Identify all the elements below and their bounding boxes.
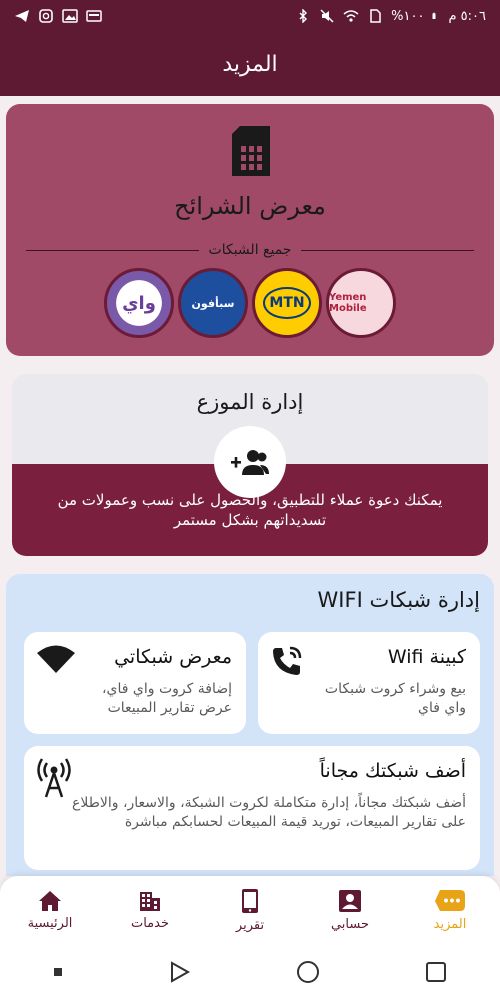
add-users-button[interactable]: [214, 426, 286, 498]
network-logo-sabafon[interactable]: سبأفون: [178, 268, 248, 338]
wifi-management-section: إدارة شبكات WIFI كبينة Wifi بيع وشراء كر…: [6, 574, 494, 876]
phone-report-icon: [242, 888, 258, 913]
nav-label: خدمات: [130, 915, 170, 931]
wifi-signal-icon: [37, 645, 75, 673]
system-navigation-bar: [0, 944, 500, 1000]
my-networks-card[interactable]: معرض شبكاتي إضافة كروت واي فاي، عرض تقار…: [24, 632, 246, 734]
home-circle-icon[interactable]: [295, 959, 321, 985]
app-bar: المزيد: [0, 32, 500, 96]
sim-icon: [370, 9, 381, 23]
phone-call-icon: [273, 646, 302, 675]
gallery-icon: [62, 9, 78, 23]
wifi-card-description: أضف شبكتك مجاناً، إدارة متكاملة لكروت ال…: [72, 795, 466, 830]
status-left-icons: [14, 9, 102, 23]
antenna-icon: [37, 758, 71, 798]
distributor-description: يمكنك دعوة عملاء للتطبيق، والحصول على نس…: [57, 491, 443, 529]
network-logo-yemen-mobile[interactable]: Yemen Mobile: [326, 268, 396, 338]
nav-label: تقرير: [235, 917, 265, 933]
telegram-icon: [15, 10, 29, 22]
menu-dot-icon[interactable]: [52, 966, 64, 978]
main-content: معرض الشرائح جميع الشبكات واي سبأفون MTN…: [0, 96, 500, 876]
nav-item-more[interactable]: المزيد: [405, 889, 495, 932]
sim-gallery-card[interactable]: معرض الشرائح جميع الشبكات واي سبأفون MTN…: [6, 104, 494, 356]
sim-gallery-divider: جميع الشبكات: [25, 240, 474, 260]
divider-line: [301, 249, 474, 251]
wifi-card-description: إضافة كروت واي فاي، عرض تقارير المبيعات: [102, 681, 232, 716]
mute-icon: [320, 9, 334, 23]
wifi-card-description: بيع وشراء كروت شبكات واي فاي: [324, 681, 466, 716]
network-logo-text: MTN: [263, 287, 311, 319]
network-logo-wai[interactable]: واي: [104, 268, 174, 338]
distributor-title: إدارة الموزع: [196, 390, 304, 414]
wifi-card-title: كبينة Wifi: [387, 646, 466, 668]
nav-item-account[interactable]: حسابي: [305, 889, 395, 932]
account-icon: [339, 889, 361, 912]
network-logo-text: واي: [122, 292, 156, 314]
divider-line: [25, 249, 199, 251]
wifi-icon: [343, 10, 359, 22]
battery-text: %١٠٠: [391, 8, 425, 24]
add-network-card[interactable]: أضف شبكتك مجاناً أضف شبكتك مجاناً، إدارة…: [24, 746, 480, 870]
instagram-icon: [39, 9, 53, 23]
message-icon: [86, 10, 102, 22]
sim-gallery-subtitle: جميع الشبكات: [208, 242, 292, 258]
nav-label: الرئيسية: [27, 915, 73, 931]
wifi-cabin-card[interactable]: كبينة Wifi بيع وشراء كروت شبكات واي فاي: [258, 632, 480, 734]
bottom-navigation: الرئيسية خدمات تقرير حسابي المزيد: [0, 876, 500, 944]
recents-square-icon[interactable]: [424, 960, 448, 984]
sim-card-icon: [232, 126, 270, 176]
wifi-section-title: إدارة شبكات WIFI: [317, 588, 480, 612]
status-right-icons: %١٠٠ ٥:٠٦ م: [295, 9, 486, 24]
wifi-card-title: معرض شبكاتي: [114, 646, 232, 668]
nav-item-report[interactable]: تقرير: [205, 888, 295, 933]
play-back-icon[interactable]: [167, 960, 191, 984]
network-logos: واي سبأفون MTN Yemen Mobile: [6, 268, 494, 338]
page-title: المزيد: [222, 51, 278, 77]
nav-item-services[interactable]: خدمات: [105, 890, 195, 931]
nav-item-home[interactable]: الرئيسية: [5, 890, 95, 931]
network-logo-text: Yemen Mobile: [329, 292, 367, 314]
add-users-icon: [231, 450, 269, 475]
network-logo-text: سبأفون: [191, 296, 235, 310]
home-icon: [39, 890, 61, 911]
distributor-card[interactable]: إدارة الموزع يمكنك دعوة عملاء للتطبيق، و…: [12, 374, 488, 556]
building-icon: [140, 891, 160, 911]
status-bar: %١٠٠ ٥:٠٦ م: [0, 0, 500, 32]
status-time: ٥:٠٦ م: [448, 8, 486, 24]
sim-gallery-title: معرض الشرائح: [174, 192, 326, 220]
network-logo-mtn[interactable]: MTN: [252, 268, 322, 338]
nav-label: حسابي: [330, 916, 370, 932]
battery-icon: [432, 12, 436, 19]
wifi-card-title: أضف شبكتك مجاناً: [319, 760, 466, 782]
nav-label: المزيد: [433, 916, 467, 932]
more-icon: [435, 889, 465, 911]
bluetooth-icon: [299, 9, 308, 23]
